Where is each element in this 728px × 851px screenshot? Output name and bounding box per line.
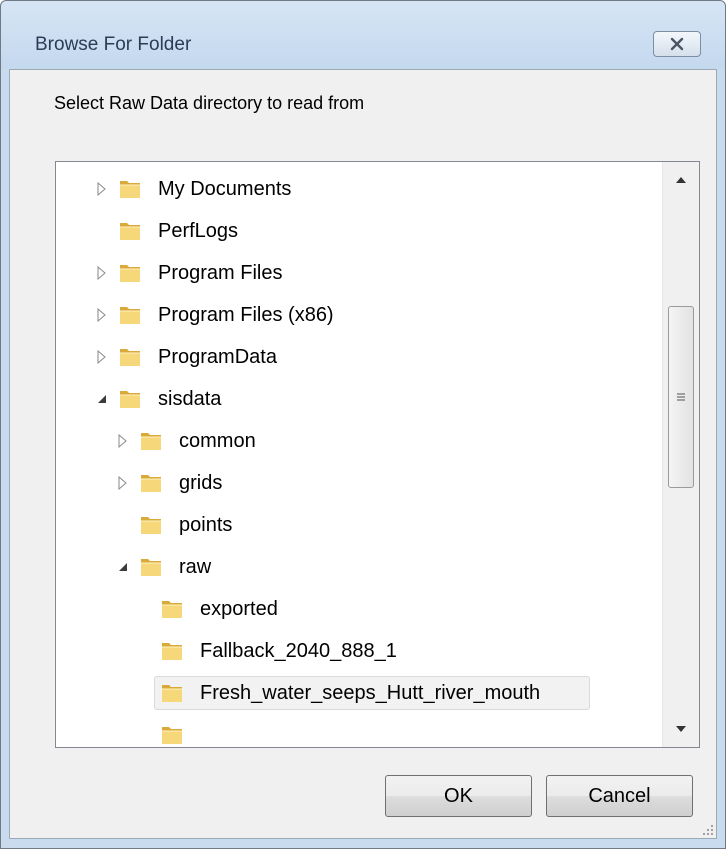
scroll-up-button[interactable] bbox=[663, 162, 699, 198]
tree-item[interactable]: PerfLogs bbox=[56, 212, 662, 250]
browse-for-folder-dialog: Browse For Folder Select Raw Data direct… bbox=[0, 0, 726, 849]
folder-icon bbox=[120, 391, 140, 408]
folder-icon bbox=[120, 181, 140, 198]
tree-item[interactable]: raw bbox=[56, 548, 662, 586]
tree-item[interactable]: ProgramData bbox=[56, 338, 662, 376]
tree-item-label: exported bbox=[200, 598, 278, 620]
cancel-button[interactable]: Cancel bbox=[546, 775, 693, 817]
instruction-text: Select Raw Data directory to read from bbox=[54, 93, 365, 113]
expand-triangle-icon[interactable] bbox=[117, 476, 129, 490]
dialog-body: Select Raw Data directory to read from M… bbox=[9, 69, 717, 839]
folder-icon bbox=[141, 517, 161, 534]
tree-item-label: My Documents bbox=[158, 178, 292, 200]
tree-item-label: points bbox=[179, 514, 233, 536]
tree-item-label: ProgramData bbox=[158, 346, 277, 368]
expand-triangle-icon[interactable] bbox=[117, 434, 129, 448]
tree-item-label: grids bbox=[179, 472, 223, 494]
dialog-title: Browse For Folder bbox=[35, 34, 192, 55]
scroll-down-arrow-icon bbox=[676, 726, 686, 732]
ok-button[interactable]: OK bbox=[385, 775, 532, 817]
expand-triangle-icon[interactable] bbox=[96, 350, 108, 364]
tree-item-label: sisdata bbox=[158, 388, 222, 410]
tree-item[interactable]: points bbox=[56, 506, 662, 544]
folder-icon bbox=[141, 475, 161, 492]
resize-grip-icon[interactable] bbox=[700, 822, 714, 836]
tree-item[interactable]: common bbox=[56, 422, 662, 460]
folder-icon bbox=[141, 433, 161, 450]
close-button[interactable] bbox=[653, 31, 701, 57]
folder-tree[interactable]: My Documents PerfLogs Program Files Program… bbox=[55, 161, 700, 748]
tree-item-label: PerfLogs bbox=[158, 220, 239, 242]
folder-icon bbox=[120, 307, 140, 324]
tree-item[interactable]: Fresh_water_seeps_Hutt_river_mouth bbox=[56, 674, 662, 712]
tree-item[interactable]: sisdata bbox=[56, 380, 662, 418]
tree-item[interactable]: grids bbox=[56, 464, 662, 502]
folder-icon bbox=[120, 349, 140, 366]
vertical-scrollbar[interactable] bbox=[662, 162, 699, 747]
tree-item-label: common bbox=[179, 430, 256, 452]
tree-item-label: Program Files (x86) bbox=[158, 304, 334, 326]
tree-item[interactable]: Program Files (x86) bbox=[56, 296, 662, 334]
folder-icon bbox=[162, 685, 182, 702]
scroll-thumb[interactable] bbox=[668, 306, 694, 488]
folder-icon bbox=[162, 727, 182, 744]
tree-item[interactable]: exported bbox=[56, 590, 662, 628]
scroll-down-button[interactable] bbox=[663, 711, 699, 747]
scroll-up-arrow-icon bbox=[676, 177, 686, 183]
expand-triangle-icon[interactable] bbox=[96, 266, 108, 280]
collapse-triangle-icon[interactable] bbox=[117, 560, 129, 574]
tree-item[interactable]: My Documents bbox=[56, 170, 662, 208]
title-bar[interactable]: Browse For Folder bbox=[1, 1, 725, 69]
tree-item-label: raw bbox=[179, 556, 212, 578]
folder-icon bbox=[120, 223, 140, 240]
folder-icon bbox=[120, 265, 140, 282]
close-icon bbox=[670, 37, 684, 51]
tree-item[interactable]: Program Files bbox=[56, 254, 662, 292]
tree-item-label: Fallback_2040_888_1 bbox=[200, 640, 397, 662]
folder-icon bbox=[141, 559, 161, 576]
expand-triangle-icon[interactable] bbox=[96, 182, 108, 196]
collapse-triangle-icon[interactable] bbox=[96, 392, 108, 406]
folder-icon bbox=[162, 601, 182, 618]
grip-lines-icon bbox=[677, 393, 685, 401]
tree-item[interactable] bbox=[56, 716, 662, 747]
tree-item-label: Program Files bbox=[158, 262, 283, 284]
tree-item[interactable]: Fallback_2040_888_1 bbox=[56, 632, 662, 670]
tree-item-label: Fresh_water_seeps_Hutt_river_mouth bbox=[200, 682, 541, 704]
expand-triangle-icon[interactable] bbox=[96, 308, 108, 322]
folder-icon bbox=[162, 643, 182, 660]
